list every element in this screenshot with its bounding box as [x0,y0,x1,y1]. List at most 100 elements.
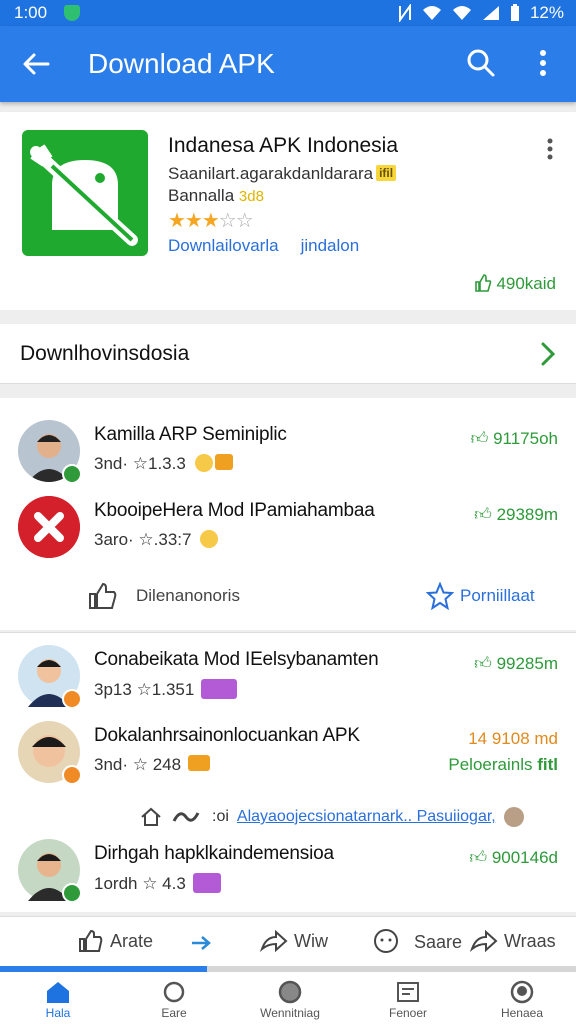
apk-list-card-2: Conabeikata Mod IEelsybanamten 3p13 ☆1.3… [0,632,576,912]
android-icon [30,144,138,246]
app-links: Downlailovarla jindalon [168,236,359,256]
avatar [18,496,80,558]
home-outline-icon [141,807,161,826]
thumbs-up-icon [79,929,103,952]
page-title: Download APK [88,48,275,79]
thumbs-up-icon [89,582,117,609]
badge-icon [192,873,221,893]
emoji-icon [200,530,219,548]
star-rating: ★★★☆☆ [168,210,254,232]
share-action[interactable]: Saare [372,929,462,955]
status-bar: 1:00 12% [0,0,576,26]
thumbs-up-icon [474,274,492,292]
bottom-actions: Arate Wiw Saare Wraas [0,916,576,966]
nav-item-home[interactable]: Hala [8,980,108,1020]
heart-icon [278,980,302,1004]
item-title: KbooipeHera Mod IPamiahambaa [94,500,375,521]
section-label: Downlhovinsdosia [20,342,190,365]
item-count: 👍︎ 91175oh [470,429,558,448]
search-icon[interactable] [466,48,496,78]
app-name: Indanesa APK Indonesia [168,134,399,157]
info-link[interactable]: Alayaoojecsionatarnark.. Pasuiiogar, [237,808,496,826]
badge-icon [214,454,233,470]
list-item[interactable]: KbooipeHera Mod IPamiahambaa 3aro· ☆.33:… [0,496,576,566]
battery-icon [510,4,519,21]
app-tag-2: 3d8 [238,188,264,205]
avatar [18,645,82,709]
verified-badge [62,883,82,903]
item-meta: 3aro· ☆.33:7 [94,530,219,550]
app-icon [22,130,148,256]
forward-icon [470,929,498,953]
signal-icon [482,6,499,20]
apk-list-card: Kamilla ARP Seminiplic 3nd· ☆1.3.3 👍︎ 91… [0,398,576,630]
card-actions: Dilenanonoris Porniillaat [0,582,576,630]
status-badge [62,689,82,709]
avatar [18,721,82,785]
bottom-nav: Hala Eare Wennitniag Fenoer Henaea [0,972,576,1024]
badge-icon [201,679,238,699]
nfc-icon [398,4,411,22]
status-time: 1:00 [14,3,48,22]
rate-action[interactable]: Arate [78,929,153,953]
like-action[interactable]: Dilenanonoris [88,582,240,610]
item-count: 👍︎ 99285m [474,654,558,673]
item-title: Dirhgah hapklkaindemensioa [94,843,334,864]
favorite-action[interactable]: Porniillaat [426,582,535,610]
item-count: 14 9108 md [468,729,558,748]
section-row[interactable]: Downlhovinsdosia [0,324,576,384]
notes-icon [397,982,419,1002]
link-icon [172,812,200,822]
item-meta: 3nd· ☆ 248 [94,755,210,775]
nav-item-henaea[interactable]: Henaea [472,980,572,1020]
install-link[interactable]: jindalon [301,236,360,255]
item-count: 👍︎ 900146d [469,848,558,867]
chevron-right-icon[interactable] [540,341,556,367]
list-item[interactable]: Dirhgah hapklkaindemensioa 1ordh ☆ 4.3 👍… [0,839,576,909]
star-icon [426,582,454,610]
badge-icon [187,755,210,771]
avatar [503,807,524,827]
emoji-icon [194,454,213,472]
app-tag: ifil [376,165,397,181]
item-count: 👍︎ 29389m [474,505,558,524]
item-title: Dokalanhrsainonlocuankan APK [94,725,360,746]
item-meta: 1ordh ☆ 4.3 [94,873,221,894]
item-title: Kamilla ARP Seminiplic [94,424,287,445]
verified-badge [62,464,82,484]
info-line: :oi Alayaoojecsionatarnark.. Pasuiiogar, [140,807,524,827]
profile-icon [510,980,534,1004]
nav-item-wennitniag[interactable]: Wennitniag [240,980,340,1020]
home-icon [47,982,69,1003]
download-count: 490kaid [474,274,556,294]
item-title: Conabeikata Mod IEelsybanamten [94,649,379,670]
arrow-right-icon[interactable] [190,935,212,951]
more-vert-icon[interactable] [536,48,550,78]
app-subtitle: Saanilart.agarakdanldarara ifil [168,164,397,184]
share-arrow-icon [260,929,288,953]
wifi-icon [422,6,441,20]
item-meta: 3p13 ☆1.351 [94,679,238,700]
battery-percent: 12% [529,3,564,22]
more-vert-icon[interactable] [546,138,554,160]
app-subtitle-2: Bannalla 3d8 [168,186,264,205]
list-item[interactable]: Conabeikata Mod IEelsybanamten 3p13 ☆1.3… [0,645,576,715]
app-card[interactable]: Indanesa APK Indonesia Saanilart.agarakd… [0,112,576,310]
list-item[interactable]: Kamilla ARP Seminiplic 3nd· ☆1.3.3 👍︎ 91… [0,420,576,490]
app-bar: Download APK [0,26,576,102]
download-link[interactable]: Downlailovarla [168,236,279,255]
chat-icon [374,929,398,953]
list-item[interactable]: Dokalanhrsainonlocuankan APK 3nd· ☆ 248 … [0,721,576,791]
shield-icon [64,5,80,21]
avatar [18,420,82,484]
wraas-action[interactable]: Wraas [470,929,556,953]
back-arrow-icon[interactable] [20,48,52,80]
view-action[interactable]: Wiw [260,929,328,953]
nav-item-fenoer[interactable]: Fenoer [358,980,458,1020]
nav-item-eare[interactable]: Eare [124,980,224,1020]
wifi-alt-icon [452,6,471,20]
status-badge [62,765,82,785]
circle-icon [163,981,185,1003]
item-meta: 3nd· ☆1.3.3 [94,454,233,474]
avatar [18,839,82,903]
